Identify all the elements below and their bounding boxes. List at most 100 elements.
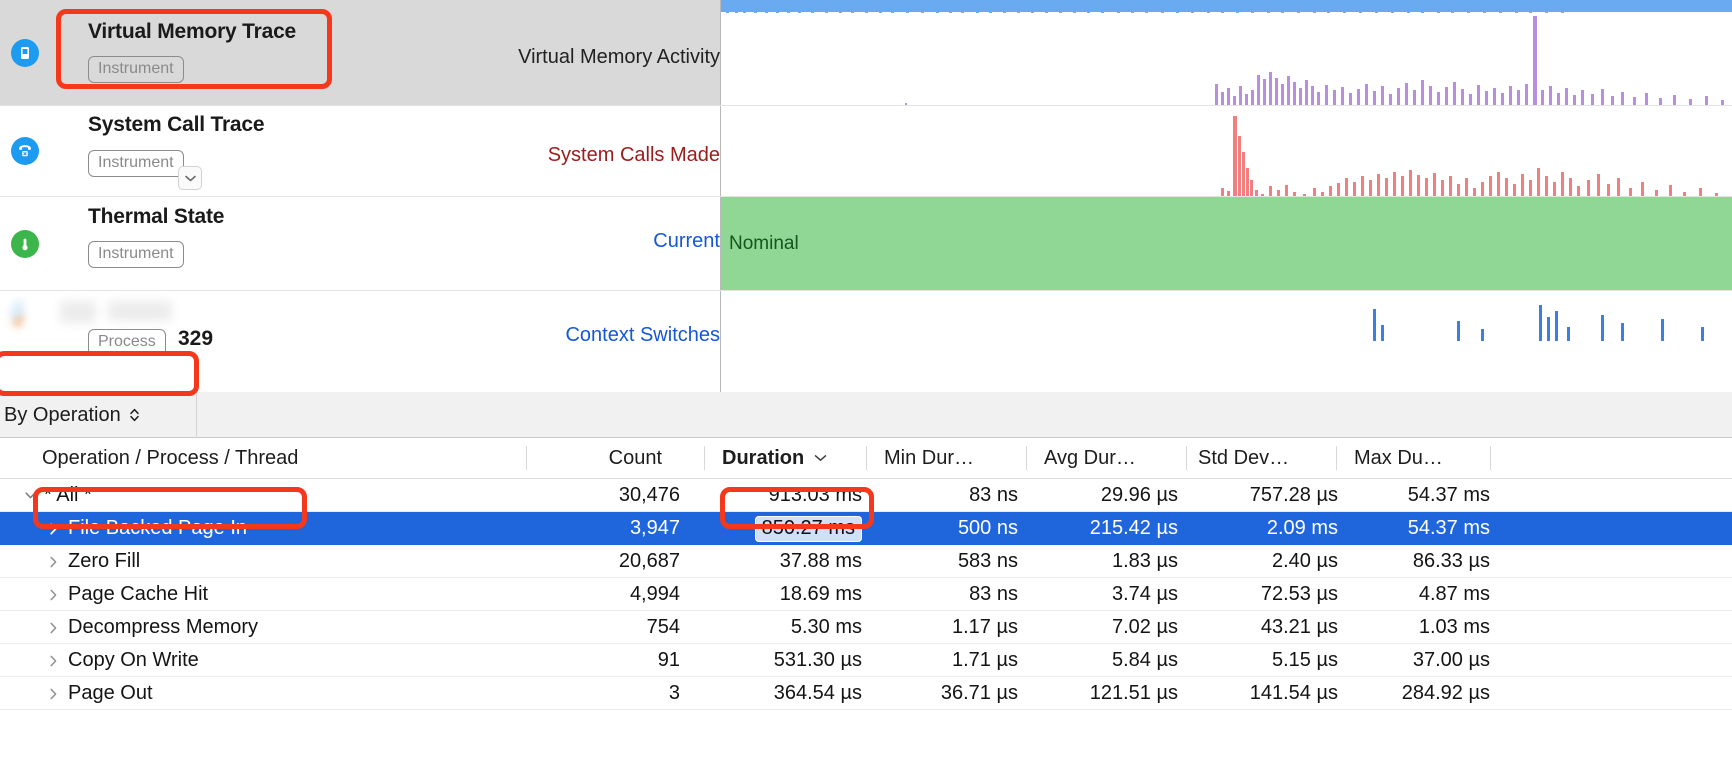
column-divider[interactable] bbox=[1186, 446, 1187, 470]
disclosure-triangle-collapsed-icon[interactable] bbox=[44, 677, 64, 710]
disclosure-triangle-collapsed-icon[interactable] bbox=[44, 512, 64, 545]
column-divider[interactable] bbox=[1336, 446, 1337, 470]
column-header-duration[interactable]: Duration bbox=[722, 438, 872, 478]
column-divider[interactable] bbox=[1490, 446, 1491, 470]
graph-context-switches[interactable] bbox=[720, 291, 1732, 392]
track-title: Virtual Memory Trace bbox=[88, 20, 296, 44]
cell-min-duration: 36.71 µs bbox=[866, 677, 1018, 710]
column-header-name[interactable]: Operation / Process / Thread bbox=[42, 438, 502, 478]
track-title: System Call Trace bbox=[88, 113, 264, 137]
track-row-thermal-state[interactable]: Thermal State Instrument Current Nominal bbox=[0, 197, 1732, 291]
cell-duration-editing-value[interactable]: 850.27 ms bbox=[755, 516, 862, 542]
detail-toolbar: By Operation bbox=[0, 392, 1732, 438]
lane-label-system-calls-made: System Calls Made bbox=[548, 144, 720, 167]
cell-duration[interactable]: 850.27 ms bbox=[690, 512, 862, 545]
cell-std-dev: 72.53 µs bbox=[1186, 578, 1338, 611]
chevron-down-icon[interactable] bbox=[178, 166, 202, 190]
disclosure-triangle-expanded-icon[interactable] bbox=[20, 479, 40, 512]
column-divider[interactable] bbox=[704, 446, 705, 470]
cell-std-dev: 2.09 ms bbox=[1186, 512, 1338, 545]
cell-avg-duration: 29.96 µs bbox=[1026, 479, 1178, 512]
column-divider[interactable] bbox=[526, 446, 527, 470]
lane-label-context-switches: Context Switches bbox=[565, 324, 720, 347]
track-row-system-call-trace[interactable]: System Call Trace Instrument System Call… bbox=[0, 106, 1732, 197]
cell-avg-duration: 1.83 µs bbox=[1026, 545, 1178, 578]
column-header-count[interactable]: Count bbox=[536, 438, 666, 478]
cell-max-duration: 54.37 ms bbox=[1338, 512, 1490, 545]
column-divider[interactable] bbox=[866, 446, 867, 470]
up-down-chevron-icon[interactable] bbox=[129, 407, 140, 423]
process-name-placeholder-2 bbox=[108, 301, 172, 321]
virtual-memory-icon bbox=[11, 39, 39, 67]
instrument-badge: Instrument bbox=[88, 150, 184, 177]
thermal-nominal-band bbox=[721, 197, 1732, 290]
track-row-virtual-memory-trace[interactable]: Virtual Memory Trace Instrument Virtual … bbox=[0, 0, 1732, 106]
cell-name: File Backed Page In bbox=[68, 512, 518, 545]
chevron-down-icon bbox=[814, 454, 827, 462]
column-divider[interactable] bbox=[1026, 446, 1027, 470]
table-row[interactable]: * All * 30,476 913.03 ms 83 ns 29.96 µs … bbox=[0, 479, 1732, 512]
track-list: Virtual Memory Trace Instrument Virtual … bbox=[0, 0, 1732, 392]
cell-name: Page Out bbox=[68, 677, 518, 710]
cell-name: * All * bbox=[44, 479, 514, 512]
cell-max-duration: 284.92 µs bbox=[1338, 677, 1490, 710]
disclosure-triangle-collapsed-icon[interactable] bbox=[44, 644, 64, 677]
cell-std-dev: 141.54 µs bbox=[1186, 677, 1338, 710]
cell-count: 91 bbox=[536, 644, 680, 677]
disclosure-triangle-collapsed-icon[interactable] bbox=[44, 545, 64, 578]
cell-min-duration: 83 ns bbox=[866, 578, 1018, 611]
table-row[interactable]: Copy On Write 91 531.30 µs 1.71 µs 5.84 … bbox=[0, 644, 1732, 677]
cell-count: 3,947 bbox=[536, 512, 680, 545]
table-row[interactable]: Page Cache Hit 4,994 18.69 ms 83 ns 3.74… bbox=[0, 578, 1732, 611]
table-header-row: Operation / Process / Thread Count Durat… bbox=[0, 438, 1732, 479]
graph-system-calls-made[interactable] bbox=[720, 106, 1732, 196]
thermal-state-value: Nominal bbox=[729, 233, 799, 255]
cell-max-duration: 4.87 ms bbox=[1338, 578, 1490, 611]
cell-duration[interactable]: 531.30 µs bbox=[690, 644, 862, 677]
detail-table: Operation / Process / Thread Count Durat… bbox=[0, 438, 1732, 770]
cell-avg-duration: 5.84 µs bbox=[1026, 644, 1178, 677]
process-icon bbox=[10, 299, 40, 329]
cell-min-duration: 1.17 µs bbox=[866, 611, 1018, 644]
jump-bar-by-operation[interactable]: By Operation bbox=[0, 392, 197, 438]
cell-name: Page Cache Hit bbox=[68, 578, 518, 611]
process-badge: Process bbox=[88, 329, 166, 356]
column-header-std-dev[interactable]: Std Dev… bbox=[1198, 438, 1338, 478]
process-name-placeholder bbox=[60, 301, 96, 323]
cell-avg-duration: 215.42 µs bbox=[1026, 512, 1178, 545]
column-header-max-duration[interactable]: Max Du… bbox=[1354, 438, 1494, 478]
lane-label-current: Current bbox=[653, 230, 720, 253]
cell-std-dev: 757.28 µs bbox=[1186, 479, 1338, 512]
cell-count: 20,687 bbox=[536, 545, 680, 578]
disclosure-triangle-collapsed-icon[interactable] bbox=[44, 578, 64, 611]
table-row[interactable]: Decompress Memory 754 5.30 ms 1.17 µs 7.… bbox=[0, 611, 1732, 644]
cell-duration[interactable]: 364.54 µs bbox=[690, 677, 862, 710]
cell-max-duration: 1.03 ms bbox=[1338, 611, 1490, 644]
cell-std-dev: 43.21 µs bbox=[1186, 611, 1338, 644]
graph-virtual-memory-activity[interactable] bbox=[720, 0, 1732, 105]
cell-min-duration: 583 ns bbox=[866, 545, 1018, 578]
cell-std-dev: 5.15 µs bbox=[1186, 644, 1338, 677]
cell-count: 30,476 bbox=[536, 479, 680, 512]
table-row[interactable]: File Backed Page In 3,947 850.27 ms 500 … bbox=[0, 512, 1732, 545]
table-row[interactable]: Zero Fill 20,687 37.88 ms 583 ns 1.83 µs… bbox=[0, 545, 1732, 578]
column-header-min-duration[interactable]: Min Dur… bbox=[884, 438, 1024, 478]
column-header-avg-duration[interactable]: Avg Dur… bbox=[1044, 438, 1184, 478]
cell-duration[interactable]: 5.30 ms bbox=[690, 611, 862, 644]
track-title: Thermal State bbox=[88, 205, 224, 229]
vm-activity-chart bbox=[721, 0, 1732, 105]
table-row[interactable]: Page Out 3 364.54 µs 36.71 µs 121.51 µs … bbox=[0, 677, 1732, 710]
graph-thermal-state[interactable]: Nominal bbox=[720, 197, 1732, 290]
disclosure-triangle-collapsed-icon[interactable] bbox=[44, 611, 64, 644]
cell-max-duration: 54.37 ms bbox=[1338, 479, 1490, 512]
cell-duration[interactable]: 18.69 ms bbox=[690, 578, 862, 611]
cell-count: 754 bbox=[536, 611, 680, 644]
cell-name: Copy On Write bbox=[68, 644, 518, 677]
cell-count: 4,994 bbox=[536, 578, 680, 611]
cell-duration[interactable]: 37.88 ms bbox=[690, 545, 862, 578]
cell-avg-duration: 7.02 µs bbox=[1026, 611, 1178, 644]
process-pid: 329 bbox=[178, 327, 213, 351]
cell-std-dev: 2.40 µs bbox=[1186, 545, 1338, 578]
track-row-process[interactable]: Process 329 Context Switches bbox=[0, 291, 1732, 392]
cell-duration[interactable]: 913.03 ms bbox=[690, 479, 862, 512]
